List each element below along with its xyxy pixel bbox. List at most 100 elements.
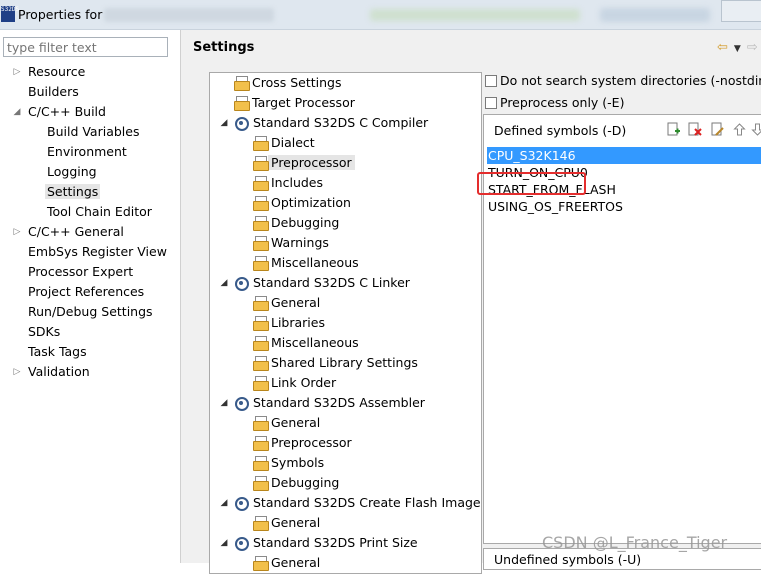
tree-item-shared-library-settings[interactable]: Shared Library Settings xyxy=(253,353,418,373)
tree-item-general[interactable]: General xyxy=(253,413,320,433)
nav-item-task-tags[interactable]: Task Tags xyxy=(28,342,87,362)
tree-item-label: Standard S32DS C Linker xyxy=(253,275,410,290)
nav-item-sdks[interactable]: SDKs xyxy=(28,322,60,342)
filter-input[interactable] xyxy=(3,37,168,57)
collapse-arrow-icon[interactable]: ◢ xyxy=(12,102,22,122)
tree-item-optimization[interactable]: Optimization xyxy=(253,193,351,213)
tool-node-standard-s32ds-c-linker[interactable]: ◢ Standard S32DS C Linker xyxy=(221,273,410,293)
collapse-arrow-icon[interactable]: ◢ xyxy=(219,493,229,513)
nav-item-processor-expert[interactable]: Processor Expert xyxy=(28,262,133,282)
settings-page-icon xyxy=(253,316,269,331)
symbol-list-item[interactable]: CPU_S32K146 xyxy=(487,147,761,164)
nav-item-environment[interactable]: Environment xyxy=(47,142,127,162)
tool-settings-tree[interactable]: Cross Settings Target Processor ◢ Standard … xyxy=(209,72,482,574)
settings-page-icon xyxy=(253,256,269,271)
tree-item-label: Debugging xyxy=(271,475,340,490)
tool-node-standard-s32ds-assembler[interactable]: ◢ Standard S32DS Assembler xyxy=(221,393,425,413)
settings-page-icon xyxy=(253,376,269,391)
tree-item-dialect[interactable]: Dialect xyxy=(253,133,315,153)
tool-node-standard-s32ds-create-flash-image[interactable]: ◢ Standard S32DS Create Flash Image xyxy=(221,493,481,513)
tree-item-preprocessor[interactable]: Preprocessor xyxy=(253,153,355,173)
back-arrow-icon[interactable]: ⇦ xyxy=(717,40,728,55)
forward-arrow-icon[interactable]: ⇨ xyxy=(747,40,758,55)
tree-item-debugging[interactable]: Debugging xyxy=(253,213,339,233)
tree-item-label: Debugging xyxy=(271,215,340,230)
nav-item-tool-chain-editor[interactable]: Tool Chain Editor xyxy=(47,202,152,222)
expand-arrow-icon[interactable]: ▷ xyxy=(12,62,22,82)
tree-item-label: Cross Settings xyxy=(252,75,342,90)
tree-item-warnings[interactable]: Warnings xyxy=(253,233,329,253)
collapse-arrow-icon[interactable]: ◢ xyxy=(219,273,229,293)
delete-symbol-icon[interactable] xyxy=(687,122,702,137)
tree-item-cross-settings[interactable]: Cross Settings xyxy=(234,73,342,93)
nav-item-c-c-general[interactable]: ▷ C/C++ General xyxy=(14,222,124,242)
window-control-button[interactable] xyxy=(721,0,761,22)
tree-item-general[interactable]: General xyxy=(253,513,320,533)
nav-item-project-references[interactable]: Project References xyxy=(28,282,144,302)
preprocess-only-checkbox[interactable] xyxy=(485,97,497,109)
tree-item-libraries[interactable]: Libraries xyxy=(253,313,325,333)
tool-node-standard-s32ds-c-compiler[interactable]: ◢ Standard S32DS C Compiler xyxy=(221,113,428,133)
symbol-list-item[interactable]: USING_OS_FREERTOS xyxy=(487,198,761,215)
nostdinc-checkbox[interactable] xyxy=(485,75,497,87)
add-symbol-icon[interactable] xyxy=(666,122,681,137)
tool-gear-icon xyxy=(234,536,249,551)
nostdinc-label: Do not search system directories (-nostd… xyxy=(500,73,761,88)
tool-gear-icon xyxy=(234,496,249,511)
tool-node-standard-s32ds-print-size[interactable]: ◢ Standard S32DS Print Size xyxy=(221,533,418,553)
nav-item-validation[interactable]: ▷ Validation xyxy=(14,362,90,382)
defined-symbols-header: Defined symbols (-D) xyxy=(494,123,627,138)
tree-item-general[interactable]: General xyxy=(253,293,320,313)
tree-item-symbols[interactable]: Symbols xyxy=(253,453,324,473)
collapse-arrow-icon[interactable]: ◢ xyxy=(219,533,229,553)
nav-item-label: Resource xyxy=(28,64,86,79)
watermark: CSDN @L_France_Tiger xyxy=(542,533,728,552)
nav-item-c-c-build[interactable]: ◢ C/C++ Build xyxy=(14,102,106,122)
tree-item-miscellaneous[interactable]: Miscellaneous xyxy=(253,333,359,353)
collapse-arrow-icon[interactable]: ◢ xyxy=(219,113,229,133)
settings-page-icon xyxy=(253,456,269,471)
nav-item-logging[interactable]: Logging xyxy=(47,162,97,182)
settings-page-icon xyxy=(253,136,269,151)
tree-item-includes[interactable]: Includes xyxy=(253,173,323,193)
tree-item-general[interactable]: General xyxy=(253,553,320,573)
collapse-arrow-icon[interactable]: ◢ xyxy=(219,393,229,413)
tree-item-miscellaneous[interactable]: Miscellaneous xyxy=(253,253,359,273)
tree-item-link-order[interactable]: Link Order xyxy=(253,373,336,393)
nav-item-label: Settings xyxy=(45,184,101,199)
tree-item-target-processor[interactable]: Target Processor xyxy=(234,93,355,113)
chevron-down-icon[interactable]: ▼ xyxy=(734,44,741,54)
page-title: Settings xyxy=(193,40,255,55)
nav-item-run-debug-settings[interactable]: Run/Debug Settings xyxy=(28,302,153,322)
tree-item-label: Optimization xyxy=(271,195,351,210)
highlight-annotation xyxy=(477,172,586,195)
nav-item-builders[interactable]: Builders xyxy=(28,82,79,102)
move-down-icon[interactable] xyxy=(750,122,761,137)
tree-item-preprocessor[interactable]: Preprocessor xyxy=(253,433,352,453)
settings-page-icon xyxy=(253,476,269,491)
move-up-icon[interactable] xyxy=(732,122,747,137)
tree-item-label: Symbols xyxy=(271,455,325,470)
settings-page-icon xyxy=(253,236,269,251)
nav-item-label: Validation xyxy=(28,364,90,379)
blurred-region xyxy=(600,8,710,22)
property-nav-pane: ▷ Resource Builders ◢ C/C++ Build Build Varia… xyxy=(0,30,181,563)
tree-item-label: Includes xyxy=(271,175,324,190)
tree-item-label: Libraries xyxy=(271,315,325,330)
nav-item-settings[interactable]: Settings xyxy=(45,182,101,202)
tree-item-label: Miscellaneous xyxy=(271,255,359,270)
tool-gear-icon xyxy=(234,116,249,131)
nav-item-build-variables[interactable]: Build Variables xyxy=(47,122,139,142)
nav-item-label: Project References xyxy=(28,284,145,299)
settings-page-icon xyxy=(234,96,250,111)
window-title: Properties for xyxy=(18,7,103,22)
nav-item-embsys-register-view[interactable]: EmbSys Register View xyxy=(28,242,167,262)
expand-arrow-icon[interactable]: ▷ xyxy=(12,362,22,382)
tree-item-label: Shared Library Settings xyxy=(271,355,418,370)
title-bar: S32DS Properties for xyxy=(0,0,761,30)
expand-arrow-icon[interactable]: ▷ xyxy=(12,222,22,242)
tree-item-label: Target Processor xyxy=(252,95,355,110)
edit-symbol-icon[interactable] xyxy=(710,122,725,137)
nav-item-resource[interactable]: ▷ Resource xyxy=(14,62,86,82)
tree-item-debugging[interactable]: Debugging xyxy=(253,473,339,493)
